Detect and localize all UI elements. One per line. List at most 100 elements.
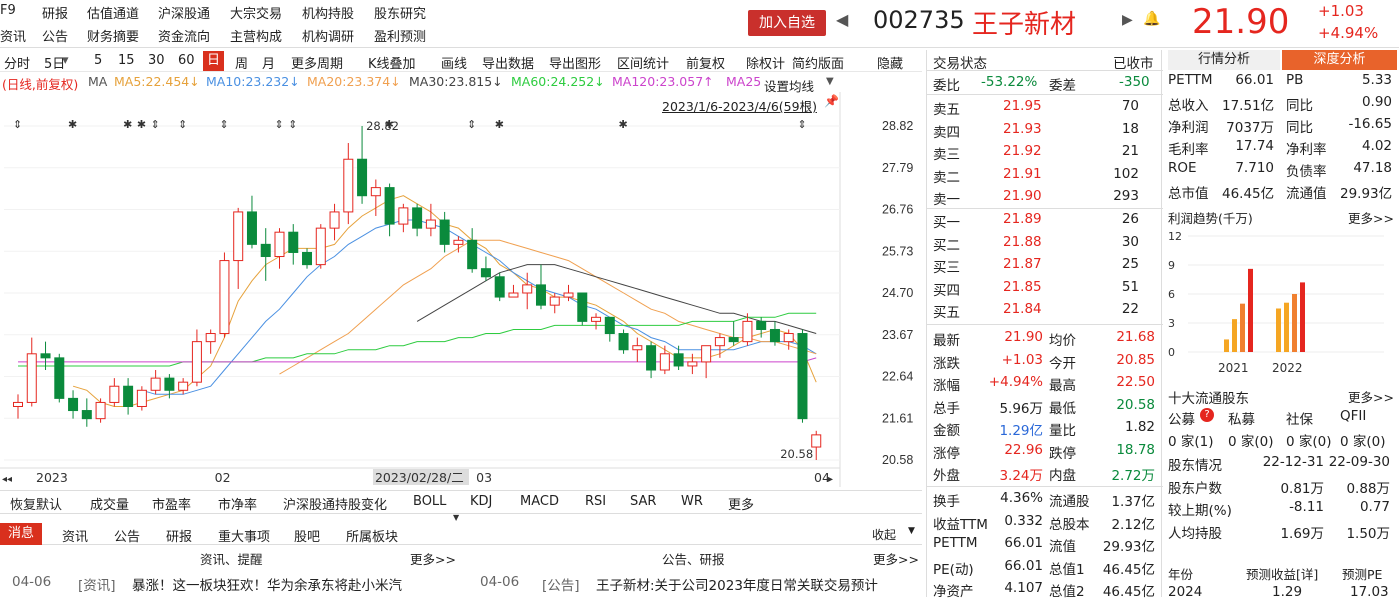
news-headline[interactable]: 暴涨！这一板块狂欢！华为余承东将赴小米汽 <box>132 574 467 594</box>
tab-research[interactable]: 研报 <box>166 526 192 545</box>
bell-icon[interactable]: 🔔 <box>1143 11 1160 27</box>
ind-pe[interactable]: 市盈率 <box>152 494 191 513</box>
stock-name: 王子新材 <box>972 10 1077 40</box>
tb-week[interactable]: 周 <box>235 53 248 72</box>
ind-hsgt[interactable]: 沪深股通持股变化 <box>283 494 387 513</box>
menu-hsgt[interactable]: 沪深股通 <box>158 3 210 22</box>
kline-chart[interactable]: 28.82 27.79 26.76 25.73 24.70 23.67 22.64 21.61… <box>0 92 922 487</box>
tab-sector[interactable]: 所属板块 <box>346 526 398 545</box>
ind-wr[interactable]: WR <box>681 494 703 509</box>
menu-news[interactable]: 资讯 <box>0 26 26 45</box>
forecast-header[interactable]: 预测收益[详] <box>1246 564 1318 583</box>
menu-institution[interactable]: 机构持股 <box>302 3 354 22</box>
tb-60min[interactable]: 60 <box>178 53 195 68</box>
ind-pb[interactable]: 市净率 <box>218 494 257 513</box>
more-link[interactable]: 更多>> <box>1348 387 1394 406</box>
tab-forum[interactable]: 股吧 <box>294 526 320 545</box>
candle-body <box>522 284 533 294</box>
candle-body <box>274 231 285 258</box>
news-headline[interactable]: 王子新材:关于公司2023年度日常关联交易预计 <box>596 574 922 594</box>
ask-volume: 102 <box>1113 165 1139 182</box>
holder-stat-value: 1.50万 <box>1346 525 1390 542</box>
candle-body <box>577 292 588 322</box>
tab-market-analysis[interactable]: 行情分析 <box>1168 50 1280 70</box>
fin-value: 29.93亿 <box>1340 186 1393 202</box>
tb-overlay[interactable]: K线叠加 <box>368 53 416 72</box>
fin-value: 4.02 <box>1361 138 1392 154</box>
tb-export-image[interactable]: 导出图形 <box>549 53 601 72</box>
profit-bar <box>1276 308 1281 352</box>
menu-f9[interactable]: F9 <box>0 3 16 18</box>
holder-type-value: 0 家(0) <box>1228 434 1274 450</box>
tab-announce[interactable]: 公告 <box>114 526 140 545</box>
ind-macd[interactable]: MACD <box>520 494 559 509</box>
ind-more[interactable]: 更多 <box>728 494 754 513</box>
chart-toolbar: 分时 5日 ▾ 5 15 30 60 日 周 月 更多周期 K线叠加 画线 导出… <box>0 50 922 72</box>
ind-kdj[interactable]: KDJ <box>470 494 492 509</box>
holder-type-value: 0 家(0) <box>1286 434 1332 450</box>
menu-finance[interactable]: 财务摘要 <box>87 26 139 45</box>
kline-svg[interactable]: 28.82 27.79 26.76 25.73 24.70 23.67 22.64 21.61… <box>0 92 922 487</box>
tb-more-period[interactable]: 更多周期 <box>291 53 343 72</box>
news-left-more[interactable]: 更多>> <box>410 549 456 568</box>
menu-survey[interactable]: 机构调研 <box>302 26 354 45</box>
tb-month[interactable]: 月 <box>262 53 275 72</box>
stat-value: 2.72万 <box>1111 468 1155 484</box>
fin-value: 47.18 <box>1353 160 1392 176</box>
more-link[interactable]: 更多>> <box>1348 208 1394 227</box>
collapse-arrow-icon[interactable]: ▼ <box>453 513 459 522</box>
tb-30min[interactable]: 30 <box>148 53 165 68</box>
tb-fq[interactable]: 前复权 <box>686 53 725 72</box>
stat-value: 66.01 <box>1004 557 1043 574</box>
tab-messages[interactable]: 消息 <box>0 523 43 545</box>
prev-stock-icon[interactable]: ◀ <box>836 10 848 29</box>
bid-level-label: 买二 <box>933 237 960 254</box>
profit-ytick: 12 <box>1168 230 1182 243</box>
ind-reset[interactable]: 恢复默认 <box>10 494 62 513</box>
ask-level-label: 卖五 <box>933 102 960 118</box>
tab-news[interactable]: 资讯 <box>62 526 88 545</box>
ind-volume[interactable]: 成交量 <box>90 494 129 513</box>
chevron-down-icon[interactable]: ▾ <box>62 53 69 68</box>
add-watchlist-button[interactable]: 加入自选 <box>748 10 826 36</box>
stat-label: 最高 <box>1049 378 1076 394</box>
menu-shareholder[interactable]: 股东研究 <box>374 3 426 22</box>
tb-range-stats[interactable]: 区间统计 <box>617 53 669 72</box>
tb-5min[interactable]: 5 <box>94 53 102 68</box>
news-right-more[interactable]: 更多>> <box>873 549 919 568</box>
ind-rsi[interactable]: RSI <box>585 494 606 509</box>
collapse-button[interactable]: 收起 <box>872 526 896 543</box>
fin-label: 净利润 <box>1168 120 1209 136</box>
menu-forecast[interactable]: 盈利预测 <box>374 26 426 45</box>
y-tick-label: 26.76 <box>882 203 913 217</box>
next-stock-icon[interactable]: ▶ <box>1122 12 1133 28</box>
tb-simple-layout[interactable]: 简约版面 <box>792 53 844 72</box>
menu-block-trade[interactable]: 大宗交易 <box>230 3 282 22</box>
help-icon[interactable]: ? <box>1200 408 1214 422</box>
market-status: 已收市 <box>1113 56 1154 72</box>
event-marker-icon: ✱ <box>495 118 504 131</box>
y-tick-label: 28.82 <box>882 119 913 133</box>
menu-business[interactable]: 主营构成 <box>230 26 282 45</box>
tb-cq[interactable]: 除权计 <box>746 53 785 72</box>
tab-deep-analysis[interactable]: 深度分析 <box>1282 50 1397 70</box>
candle-body <box>205 333 216 343</box>
candle-body <box>191 341 202 383</box>
chevron-down-icon[interactable]: ▼ <box>908 526 915 536</box>
tb-hide[interactable]: 隐藏 <box>877 53 903 72</box>
stat-value: 20.85 <box>1116 351 1155 368</box>
ind-sar[interactable]: SAR <box>630 494 656 509</box>
tb-draw[interactable]: 画线 <box>441 53 467 72</box>
ind-boll[interactable]: BOLL <box>413 494 446 509</box>
menu-research[interactable]: 研报 <box>42 3 68 22</box>
menu-valuation[interactable]: 估值通道 <box>87 3 139 22</box>
tb-15min[interactable]: 15 <box>118 53 135 68</box>
tb-day[interactable]: 日 <box>203 51 225 71</box>
menu-announce[interactable]: 公告 <box>42 26 68 45</box>
chevron-down-icon[interactable]: ▼ <box>826 76 834 87</box>
tb-export-data[interactable]: 导出数据 <box>482 53 534 72</box>
tab-events[interactable]: 重大事项 <box>218 526 270 545</box>
candle-body <box>563 292 574 298</box>
tb-intraday[interactable]: 分时 <box>4 53 30 72</box>
menu-fundflow[interactable]: 资金流向 <box>158 26 210 45</box>
